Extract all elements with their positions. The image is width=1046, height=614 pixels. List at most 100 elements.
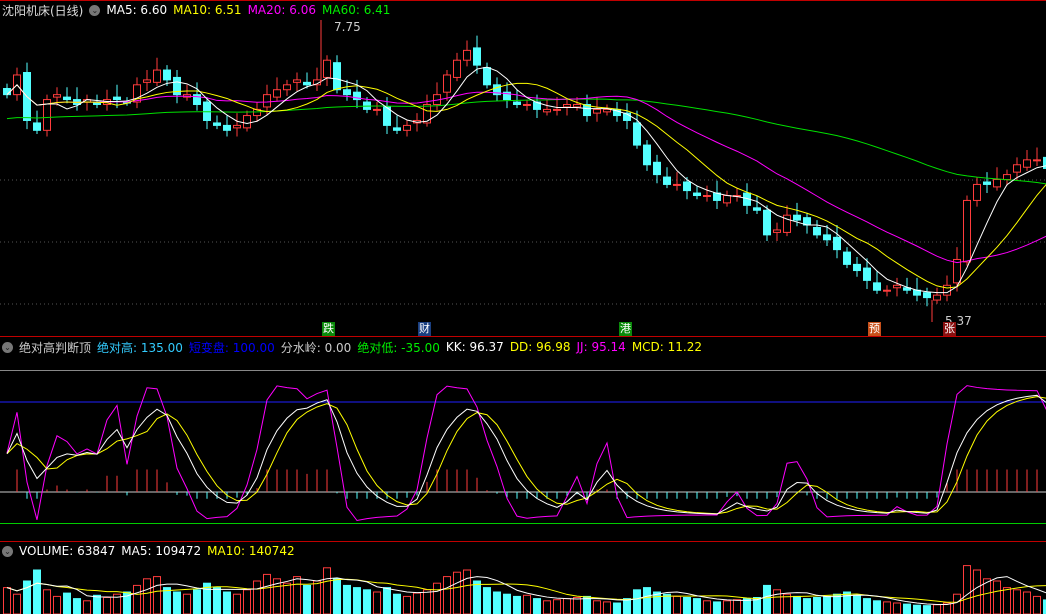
volume-bar	[603, 601, 611, 614]
candle-up	[153, 69, 161, 83]
candle-up	[1013, 164, 1021, 173]
kline-chart[interactable]	[0, 0, 1046, 614]
candle-down	[163, 69, 171, 81]
chevron-down-icon[interactable]: ⌄	[2, 341, 13, 353]
candle-up	[293, 79, 301, 83]
volume-bar	[453, 571, 461, 614]
volume-bar	[383, 587, 391, 614]
volume-bar	[963, 565, 971, 614]
candle-down	[333, 62, 341, 91]
marker-zhang[interactable]: 张	[943, 322, 956, 336]
marker-cai[interactable]: 财	[418, 322, 431, 336]
volume-bar	[873, 600, 881, 614]
volume-bar	[43, 589, 51, 614]
abs-high-label: 绝对高: 135.00	[97, 340, 183, 355]
volume-bar	[823, 595, 831, 614]
volume-bar	[473, 580, 481, 614]
volume-bar	[703, 600, 711, 614]
candle-up	[373, 108, 381, 111]
volume-bar	[743, 598, 751, 614]
candle-up	[1023, 159, 1031, 168]
volume-bar	[193, 589, 201, 614]
candle-up	[273, 89, 281, 98]
candle-up	[403, 124, 411, 131]
candle-up	[773, 229, 781, 233]
candle-up	[53, 94, 61, 98]
panel-divider[interactable]	[0, 336, 1046, 337]
candle-down	[853, 263, 861, 272]
volume-bar	[333, 578, 341, 614]
ma10-line	[6, 82, 1046, 289]
candle-up	[933, 294, 941, 301]
candle-up	[593, 108, 601, 114]
indicator-name: 绝对高判断顶	[19, 340, 92, 355]
volume-bar	[313, 580, 321, 614]
candle-up	[243, 115, 251, 129]
volume-bar	[183, 593, 191, 614]
candle-down	[63, 96, 71, 101]
volume-bar	[243, 589, 251, 614]
candle-down	[813, 226, 821, 236]
volume-bar	[13, 593, 21, 614]
candle-up	[1033, 159, 1041, 162]
candle-up	[603, 108, 611, 113]
marker-yu[interactable]: 预	[868, 322, 881, 336]
candle-up	[553, 108, 561, 111]
marker-die[interactable]: 跌	[322, 322, 335, 336]
volume-bar	[413, 592, 421, 614]
volume-bar	[293, 576, 301, 614]
chevron-down-icon[interactable]: ⌄	[2, 545, 13, 557]
volume-bar	[343, 584, 351, 614]
volume-bar	[573, 597, 581, 614]
candle-down	[303, 81, 311, 86]
volume-bar	[83, 600, 91, 614]
candle-down	[983, 181, 991, 185]
volume-bar	[933, 604, 941, 614]
candle-down	[513, 101, 521, 105]
panel-divider[interactable]	[0, 541, 1046, 542]
volume-bar	[553, 599, 561, 614]
candle-up	[543, 108, 551, 113]
candle-up	[963, 199, 971, 263]
candle-up	[893, 284, 901, 289]
ma20-line	[6, 84, 1046, 264]
kk-label: KK: 96.37	[445, 340, 504, 354]
candle-down	[863, 267, 871, 281]
volume-bar	[533, 598, 541, 614]
abs-low-label: 绝对低: -35.00	[357, 340, 440, 355]
volume-bar	[663, 593, 671, 614]
volume-bar	[223, 591, 231, 614]
indicator-header: ⌄ 绝对高判断顶 绝对高: 135.00 短变盘: 100.00 分水岭: 0.…	[2, 339, 702, 355]
candle-up	[143, 79, 151, 83]
candle-up	[993, 179, 1001, 188]
volume-bar	[853, 594, 861, 614]
volume-bar	[163, 587, 171, 614]
candle-up	[703, 195, 711, 198]
candle-down	[843, 251, 851, 265]
volume-bar	[263, 573, 271, 614]
candle-down	[663, 176, 671, 185]
candle-up	[723, 195, 731, 204]
candle-up	[573, 103, 581, 108]
candle-down	[683, 181, 691, 192]
volume-bar	[523, 594, 531, 614]
volume-bar	[353, 587, 361, 614]
candle-down	[753, 207, 761, 211]
volume-bar	[813, 597, 821, 614]
candle-down	[873, 282, 881, 291]
jj-label: JJ: 95.14	[576, 340, 626, 354]
candle-up	[973, 183, 981, 201]
volume-bar	[763, 584, 771, 614]
volume-bar	[463, 569, 471, 614]
volume-bar	[303, 584, 311, 614]
volume-bar	[673, 595, 681, 614]
candle-down	[33, 122, 41, 131]
volume-bar	[153, 576, 161, 614]
candle-up	[523, 103, 531, 106]
marker-gang[interactable]: 港	[619, 322, 632, 336]
candle-down	[113, 96, 121, 101]
short-var-label: 短变盘: 100.00	[188, 340, 275, 355]
candle-up	[943, 284, 951, 296]
candle-down	[223, 124, 231, 131]
candle-down	[473, 47, 481, 66]
